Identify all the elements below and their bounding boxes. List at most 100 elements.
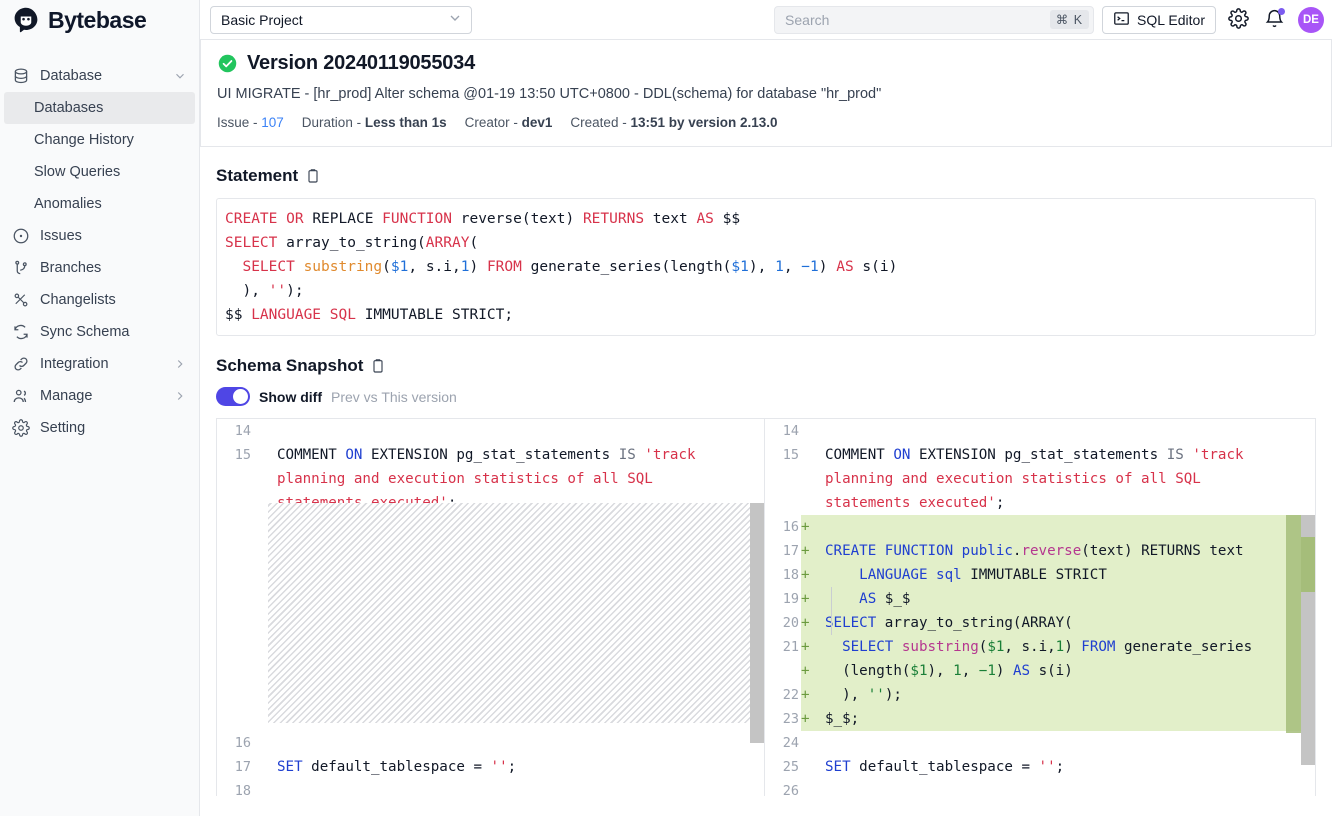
code-token: ), <box>748 259 776 275</box>
schema-diff-viewer: 14 15 COMMENT ON EXTENSION pg_stat_statem… <box>216 418 1316 796</box>
code-token: ), <box>927 663 954 679</box>
chevron-down-icon <box>173 69 187 83</box>
code-token: ; <box>995 495 1005 511</box>
code-token: $_$; <box>825 711 860 727</box>
diff-line-text: SET default_tablespace = ''; <box>815 755 1315 779</box>
meta-creator: Creator - dev1 <box>465 115 553 130</box>
diff-line: statements executed'; <box>765 491 1315 515</box>
code-token: default_tablespace = <box>311 759 491 775</box>
sidebar-item-label: Issues <box>40 228 82 244</box>
sidebar-subitem-label: Anomalies <box>34 196 102 212</box>
diff-pane-previous[interactable]: 14 15 COMMENT ON EXTENSION pg_stat_statem… <box>217 419 765 796</box>
code-token: substring <box>303 259 383 275</box>
sidebar-item-manage[interactable]: Manage <box>0 380 199 412</box>
code-token: array_to_string(ARRAY( <box>884 615 1073 631</box>
version-meta-row: Issue - 107 Duration - Less than 1s Crea… <box>217 115 1315 130</box>
sidebar-item-database[interactable]: Database <box>0 60 199 92</box>
code-token: planning and execution statistics of all… <box>825 471 1201 487</box>
sidebar-item-changelists[interactable]: Changelists <box>0 284 199 316</box>
diff-line-number: 25 <box>782 759 799 775</box>
project-selector-value: Basic Project <box>221 11 303 28</box>
sidebar-item-label: Branches <box>40 260 102 276</box>
search-input[interactable] <box>785 11 1050 28</box>
code-token: default_tablespace = <box>859 759 1039 775</box>
show-diff-toggle[interactable] <box>216 387 250 406</box>
notifications-button[interactable] <box>1260 6 1288 34</box>
meta-issue-value[interactable]: 107 <box>261 115 284 130</box>
diff-line-number: 16 <box>234 735 251 751</box>
diff-pane-current[interactable]: 14 15 COMMENT ON EXTENSION pg_stat_statem… <box>765 419 1315 796</box>
sidebar-item-sync-schema[interactable]: Sync Schema <box>0 316 199 348</box>
page-title: Version 20240119055034 <box>247 52 476 74</box>
diff-line: 24 <box>765 731 1315 755</box>
meta-duration-label: Duration - <box>301 115 365 130</box>
diff-line-text: $_$; <box>815 707 1315 731</box>
schema-snapshot-section: Schema Snapshot Show diff Prev vs This v… <box>200 356 1332 796</box>
code-token: (length( <box>825 663 911 679</box>
brand[interactable]: Bytebase <box>0 0 199 40</box>
sidebar-item-branches[interactable]: Branches <box>0 252 199 284</box>
diff-right-scrollbar[interactable] <box>1301 419 1315 796</box>
code-token: generate_series(length( <box>530 259 732 275</box>
diff-line-text: SELECT substring($1, s.i,1) FROM generat… <box>815 635 1315 659</box>
code-token: $$ <box>722 211 741 227</box>
diff-line-text <box>815 731 1315 755</box>
diff-line-number: 23 <box>782 711 799 727</box>
sidebar-item-integration[interactable]: Integration <box>0 348 199 380</box>
code-token: 'track <box>1192 447 1244 463</box>
sidebar-item-setting[interactable]: Setting <box>0 412 199 444</box>
sidebar-item-label: Changelists <box>40 292 116 308</box>
code-token: ); <box>286 283 304 299</box>
sidebar-item-anomalies[interactable]: Anomalies <box>0 188 199 220</box>
project-selector[interactable]: Basic Project <box>210 5 472 34</box>
diff-line-number: 21 <box>782 639 799 655</box>
copy-icon[interactable] <box>305 168 321 184</box>
database-icon <box>12 67 30 85</box>
code-token: −1 <box>978 663 996 679</box>
diff-line: planning and execution statistics of all… <box>217 467 764 491</box>
sidebar-nav: Database Databases Change History Slow Q… <box>0 40 199 444</box>
code-token: EXTENSION pg_stat_statements <box>918 447 1167 463</box>
search-box[interactable]: ⌘ K <box>774 5 1095 34</box>
sidebar-item-change-history[interactable]: Change History <box>0 124 199 156</box>
code-token: SELECT <box>225 235 287 251</box>
code-token: ON <box>345 447 371 463</box>
code-token: , <box>783 259 802 275</box>
meta-duration: Duration - Less than 1s <box>302 115 447 130</box>
diff-line: 16 <box>217 731 764 755</box>
code-token: 1 <box>953 663 962 679</box>
code-token: SET <box>277 759 312 775</box>
diff-line-text: COMMENT ON EXTENSION pg_stat_statements … <box>815 443 1315 467</box>
link-icon <box>12 355 30 373</box>
code-token: ( <box>469 235 479 251</box>
settings-button[interactable] <box>1224 6 1252 34</box>
code-token: AS <box>1012 663 1039 679</box>
code-token: '' <box>268 283 287 299</box>
diff-line: + (length($1), 1, −1) AS s(i) <box>765 659 1315 683</box>
sidebar-item-issues[interactable]: Issues <box>0 220 199 252</box>
diff-line-sign: + <box>801 539 815 563</box>
sidebar-item-slow-queries[interactable]: Slow Queries <box>0 156 199 188</box>
statement-line: CREATE OR REPLACE FUNCTION reverse(text)… <box>225 207 1307 231</box>
avatar[interactable]: DE <box>1298 6 1324 33</box>
diff-left-scrollbar[interactable] <box>750 419 764 796</box>
sql-editor-button[interactable]: SQL Editor <box>1102 5 1216 34</box>
code-token: FUNCTION <box>382 211 461 227</box>
show-diff-label: Show diff <box>259 388 322 405</box>
diff-line: 15 COMMENT ON EXTENSION pg_stat_statement… <box>765 443 1315 467</box>
terminal-icon <box>1113 10 1130 30</box>
branch-icon <box>12 259 30 277</box>
sidebar-item-databases[interactable]: Databases <box>4 92 195 124</box>
diff-line-number: 19 <box>782 591 799 607</box>
success-check-icon <box>217 53 238 74</box>
meta-creator-value: dev1 <box>521 115 553 130</box>
copy-icon[interactable] <box>370 358 386 374</box>
gear-icon <box>1227 7 1249 32</box>
code-token: $1 <box>910 663 928 679</box>
code-token: $1 <box>987 639 1005 655</box>
sidebar-subitem-label: Slow Queries <box>34 164 121 180</box>
code-token: ; <box>1055 759 1065 775</box>
code-token: SELECT <box>825 615 885 631</box>
code-token: ), <box>825 687 868 703</box>
